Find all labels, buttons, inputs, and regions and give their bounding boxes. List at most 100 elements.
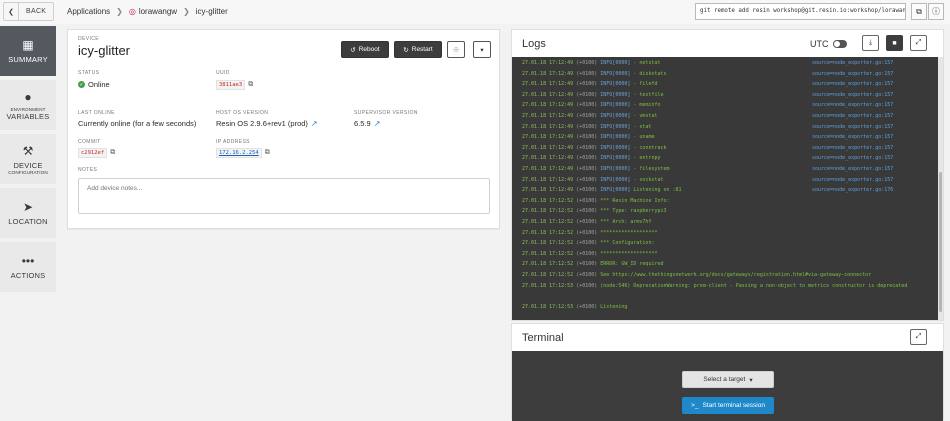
- log-line: 27.01.18 17:12:52 (+0100) **************…: [522, 251, 657, 257]
- log-timezone: (+0100): [576, 208, 601, 215]
- log-source: source=node_exporter.go:157: [812, 155, 894, 162]
- log-line: 27.01.18 17:12:49 (+0100) INFO[0000] - d…: [522, 71, 667, 77]
- log-timezone: (+0100): [576, 250, 601, 257]
- select-target-label: Select a target: [703, 376, 746, 383]
- sidebar-item-location[interactable]: ➤ LOCATION: [0, 188, 56, 238]
- log-timezone: (+0100): [576, 261, 601, 268]
- log-timezone: (+0100): [576, 176, 601, 183]
- location-arrow-icon: ➤: [22, 200, 34, 214]
- log-source: source=node_exporter.go:157: [812, 123, 894, 130]
- device-notes-input[interactable]: [78, 178, 490, 214]
- log-timestamp: 27.01.18 17:12:49: [522, 134, 577, 141]
- uuid-label: UUID: [216, 70, 230, 76]
- git-help-button[interactable]: ⓘ: [928, 3, 944, 20]
- log-timestamp: 27.01.18 17:12:52: [522, 197, 577, 204]
- external-link-icon[interactable]: ↗: [311, 119, 318, 128]
- utc-toggle-group: UTC: [810, 39, 847, 49]
- uuid-chip: 3811ae3: [216, 80, 246, 90]
- log-source: source=node_exporter.go:157: [812, 91, 894, 98]
- more-actions-button[interactable]: ▾: [473, 41, 491, 58]
- utc-label: UTC: [810, 39, 829, 49]
- uuid-value: 3811ae3 ⧉: [216, 80, 253, 90]
- log-source: source=node_exporter.go:157: [812, 113, 894, 119]
- external-link-icon[interactable]: ↗: [374, 119, 381, 128]
- git-remote-field[interactable]: git remote add resin workshop@git.resin.…: [695, 3, 906, 20]
- commit-value: c2912ef ⧉: [78, 148, 115, 158]
- log-line: 27.01.18 17:12:49 (+0100) INFO[0000] - m…: [522, 102, 661, 108]
- copy-git-button[interactable]: ⧉: [911, 3, 927, 20]
- back-button[interactable]: ❮ BACK: [3, 2, 55, 21]
- log-timezone: (+0100): [576, 282, 601, 289]
- sidebar-item-device-configuration[interactable]: ⚒ DEVICE CONFIGURATION: [0, 134, 56, 184]
- log-line: 27.01.18 17:12:53 (+0100) Listening: [522, 304, 627, 310]
- logs-scrollbar[interactable]: [938, 57, 943, 320]
- supervisor-label: SUPERVISOR VERSION: [354, 110, 418, 116]
- download-icon: ⤓: [868, 39, 873, 46]
- chevron-left-icon: ❮: [4, 3, 19, 20]
- log-message: Listening on :81: [630, 187, 682, 194]
- log-message: (node:546) DeprecationWarning: prom-clie…: [600, 282, 908, 289]
- log-timezone: (+0100): [576, 187, 601, 194]
- ip-address-label: IP ADDRESS: [216, 139, 250, 145]
- log-line: 27.01.18 17:12:49 (+0100) INFO[0000] - u…: [522, 134, 654, 140]
- commit-label: COMMIT: [78, 139, 101, 145]
- copy-icon[interactable]: ⧉: [248, 81, 253, 89]
- log-message: - meminfo: [630, 102, 661, 109]
- log-message: *******************: [600, 229, 658, 236]
- select-target-dropdown[interactable]: Select a target ▾: [682, 371, 774, 388]
- reboot-button[interactable]: ↺ Reboot: [341, 41, 389, 58]
- copy-icon[interactable]: ⧉: [265, 149, 270, 157]
- host-os-text: Resin OS 2.9.6+rev1 (prod): [216, 119, 308, 128]
- log-source: source=node_exporter.go:157: [812, 166, 894, 172]
- expand-logs-button[interactable]: ⤢: [910, 35, 927, 51]
- log-timezone: (+0100): [576, 166, 601, 172]
- log-source: source=node_exporter.go:176: [812, 187, 894, 194]
- breadcrumb-applications[interactable]: Applications: [67, 7, 110, 16]
- log-output[interactable]: 27.01.18 17:12:49 (+0100) INFO[0000] - n…: [512, 57, 943, 320]
- log-timestamp: 27.01.18 17:12:49: [522, 155, 577, 162]
- wrench-icon: ⚒: [22, 143, 34, 158]
- commit-chip: c2912ef: [78, 148, 108, 158]
- log-timezone: (+0100): [576, 60, 601, 66]
- scrollbar-thumb[interactable]: [939, 172, 942, 312]
- log-line: 27.01.18 17:12:53 (+0100) (node:546) Dep…: [522, 283, 934, 289]
- start-terminal-label: Start terminal session: [702, 402, 765, 409]
- log-level: INFO[0000]: [600, 144, 631, 151]
- log-message: *******************: [600, 250, 658, 257]
- back-label: BACK: [26, 8, 47, 15]
- chevron-right-icon: ❯: [116, 7, 123, 16]
- restart-button[interactable]: ↻ Restart: [394, 41, 442, 58]
- download-logs-button[interactable]: ⤓: [862, 35, 879, 51]
- terminal-icon: >_: [691, 402, 699, 409]
- log-timezone: (+0100): [576, 81, 601, 88]
- sidebar-item-environment-variables[interactable]: ● ENVIRONMENT VARIABLES: [0, 80, 56, 130]
- log-line: 27.01.18 17:12:52 (+0100) *** Configurat…: [522, 240, 654, 246]
- expand-terminal-button[interactable]: ⤢: [910, 329, 927, 345]
- sidebar-item-actions[interactable]: ••• ACTIONS: [0, 242, 56, 292]
- log-line: 27.01.18 17:12:49 (+0100) INFO[0000] - s…: [522, 124, 651, 130]
- log-line: 27.01.18 17:12:49 (+0100) INFO[0000] - f…: [522, 81, 657, 87]
- log-line: 27.01.18 17:12:49 (+0100) INFO[0000] - s…: [522, 177, 664, 183]
- identify-button[interactable]: ☉: [447, 41, 465, 58]
- log-timezone: (+0100): [576, 240, 601, 247]
- log-line: 27.01.18 17:12:52 (+0100) *** Type: rasp…: [522, 208, 667, 214]
- log-timezone: (+0100): [576, 155, 601, 162]
- target-icon: ◎: [128, 7, 136, 16]
- log-message: - sockstat: [630, 176, 664, 183]
- terminal-panel: Terminal ⤢ Select a target ▾ >_ Start te…: [511, 323, 944, 421]
- log-line: 27.01.18 17:12:49 (+0100) INFO[0000] - f…: [522, 166, 670, 172]
- breadcrumb-application[interactable]: ◎ lorawangw: [129, 7, 177, 16]
- grid-icon: ▦: [22, 38, 34, 52]
- sidebar-item-summary[interactable]: ▦ SUMMARY: [0, 26, 56, 76]
- breadcrumb-app-label: lorawangw: [138, 7, 178, 16]
- log-timestamp: 27.01.18 17:12:49: [522, 91, 577, 98]
- start-terminal-button[interactable]: >_ Start terminal session: [682, 397, 774, 414]
- breadcrumb: Applications ❯ ◎ lorawangw ❯ icy-glitter: [67, 7, 228, 16]
- utc-toggle[interactable]: [832, 40, 847, 48]
- logs-panel: Logs UTC ⤓ ■ ⤢ 27.01.18 17:12:49 (+0100)…: [511, 29, 944, 321]
- restart-icon: ↻: [403, 46, 409, 54]
- copy-icon[interactable]: ⧉: [110, 149, 115, 157]
- clear-logs-button[interactable]: ■: [886, 35, 903, 51]
- log-message: - uname: [630, 134, 655, 141]
- log-timezone: (+0100): [576, 303, 601, 310]
